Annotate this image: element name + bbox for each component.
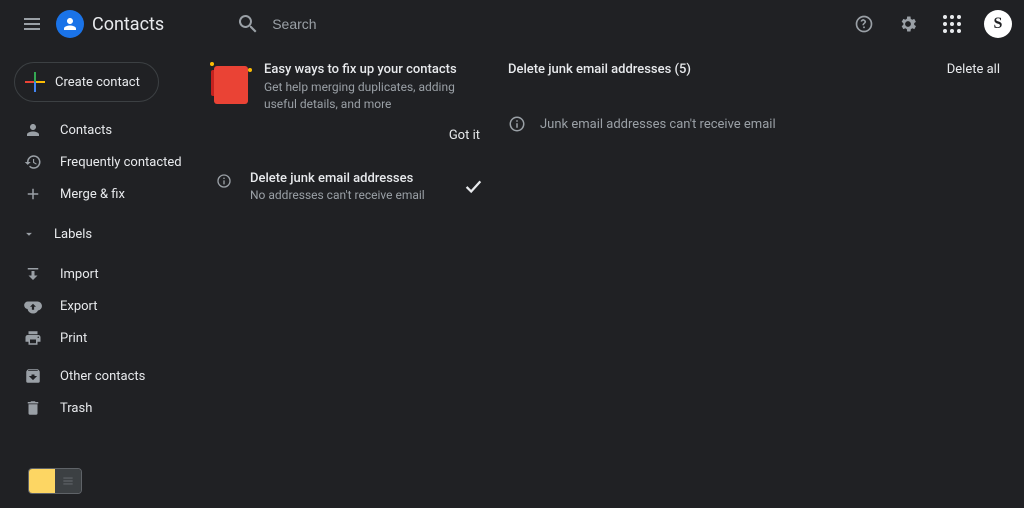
print-icon — [24, 329, 42, 347]
sidebar-item-label: Other contacts — [60, 369, 145, 384]
sidebar-item-label: Import — [60, 267, 99, 282]
info-text: Junk email addresses can't receive email — [540, 117, 776, 132]
export-icon — [24, 297, 42, 315]
keep-note-icon — [29, 469, 55, 493]
fix-item-title: Delete junk email addresses — [250, 171, 425, 186]
app-logo[interactable]: Contacts — [56, 10, 164, 38]
merge-icon — [24, 185, 42, 203]
sidebar-labels-toggle[interactable]: Labels — [0, 216, 200, 252]
keep-widget[interactable] — [28, 468, 82, 494]
promo-got-it-button[interactable]: Got it — [214, 128, 484, 143]
sidebar-item-label: Print — [60, 331, 87, 346]
create-contact-button[interactable]: Create contact — [14, 62, 159, 102]
help-icon — [854, 14, 874, 34]
promo-subtitle: Get help merging duplicates, adding usef… — [264, 79, 484, 114]
fix-item-junk-addresses[interactable]: Delete junk email addresses No addresses… — [214, 171, 484, 202]
hamburger-icon — [24, 18, 40, 30]
sidebar-item-export[interactable]: Export — [0, 290, 192, 322]
sidebar-item-trash[interactable]: Trash — [0, 392, 192, 424]
promo-illustration — [214, 66, 248, 104]
keep-list-icon — [55, 469, 81, 493]
sidebar-item-import[interactable]: Import — [0, 258, 192, 290]
sidebar-item-label: Merge & fix — [60, 187, 125, 202]
import-icon — [24, 265, 42, 283]
fix-item-subtitle: No addresses can't receive email — [250, 188, 425, 202]
delete-all-button[interactable]: Delete all — [947, 62, 1000, 77]
detail-title: Delete junk email addresses (5) — [508, 62, 691, 77]
account-avatar[interactable]: S — [984, 10, 1012, 38]
settings-button[interactable] — [890, 6, 926, 42]
sidebar-item-contacts[interactable]: Contacts — [0, 114, 192, 146]
sidebar-item-label: Export — [60, 299, 98, 314]
sidebar-item-frequently-contacted[interactable]: Frequently contacted — [0, 146, 192, 178]
info-message: Junk email addresses can't receive email — [508, 115, 1000, 133]
plus-icon — [25, 72, 45, 92]
search-icon — [236, 12, 260, 36]
create-contact-label: Create contact — [55, 75, 140, 90]
search-input[interactable] — [272, 16, 572, 32]
sidebar-item-label: Frequently contacted — [60, 155, 182, 170]
info-icon — [508, 115, 526, 133]
sidebar: Create contact Contacts Frequently conta… — [0, 48, 200, 508]
help-button[interactable] — [846, 6, 882, 42]
person-icon — [24, 121, 42, 139]
history-icon — [24, 153, 42, 171]
sidebar-labels-label: Labels — [54, 227, 92, 242]
main-menu-button[interactable] — [12, 4, 52, 44]
trash-icon — [24, 399, 42, 417]
sidebar-item-print[interactable]: Print — [0, 322, 192, 354]
promo-card: Easy ways to fix up your contacts Get he… — [214, 62, 484, 114]
chevron-down-icon — [22, 227, 36, 241]
app-title: Contacts — [92, 14, 164, 35]
settings-icon — [898, 14, 918, 34]
apps-grid-icon — [943, 15, 961, 33]
info-icon — [216, 173, 232, 189]
promo-title: Easy ways to fix up your contacts — [264, 62, 484, 77]
sidebar-item-merge-fix[interactable]: Merge & fix — [0, 178, 192, 210]
sidebar-item-other-contacts[interactable]: Other contacts — [0, 360, 192, 392]
contacts-logo-icon — [56, 10, 84, 38]
checkmark-icon — [462, 171, 484, 201]
sidebar-item-label: Trash — [60, 401, 92, 416]
sidebar-item-label: Contacts — [60, 123, 112, 138]
archive-icon — [24, 367, 42, 385]
apps-button[interactable] — [934, 6, 970, 42]
